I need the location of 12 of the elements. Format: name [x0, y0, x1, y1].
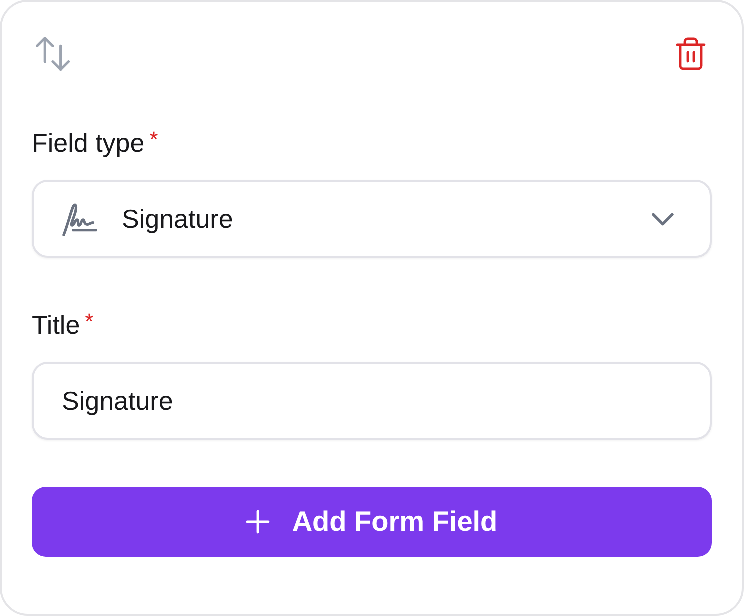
text-input[interactable]: Signature: [32, 362, 712, 440]
field-label: Field type: [32, 127, 145, 159]
trash-icon[interactable]: [676, 36, 706, 72]
arrows-up-down-icon[interactable]: [36, 37, 70, 71]
required-mark: *: [85, 311, 94, 333]
plus-icon: [246, 510, 270, 534]
required-mark: *: [150, 129, 158, 151]
field-label: Title: [32, 309, 80, 341]
chevron-down-icon: [652, 212, 674, 226]
add-form-field-button[interactable]: Add Form Field: [32, 487, 712, 557]
dropdown-select[interactable]: Signature: [32, 180, 712, 258]
signature-icon: [62, 202, 98, 236]
